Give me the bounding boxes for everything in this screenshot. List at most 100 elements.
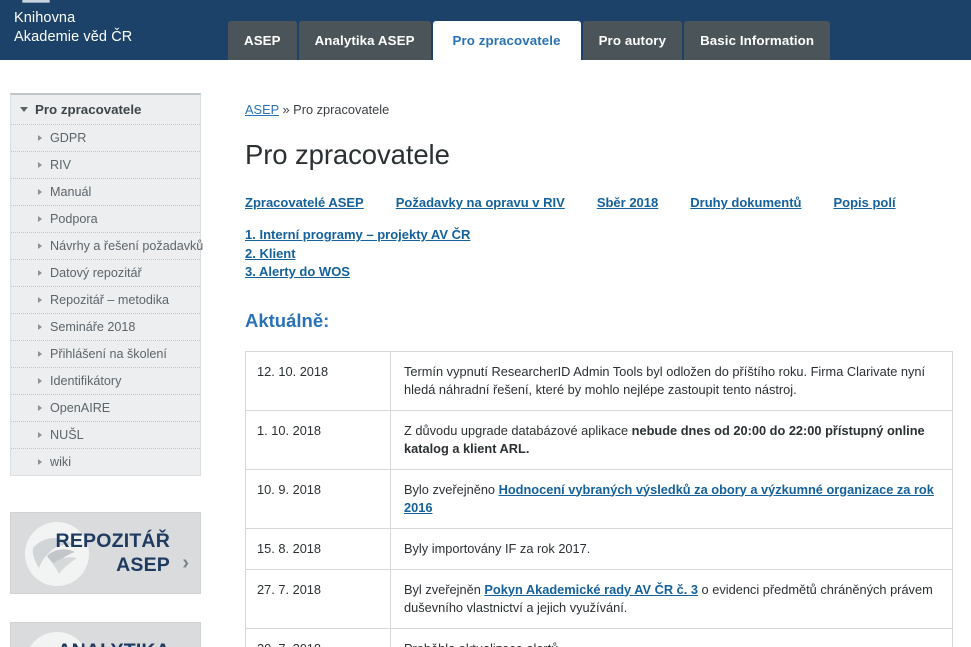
news-text: Z důvodu upgrade databázové aplikace (404, 422, 632, 438)
sidebar-item-label: Repozitář – metodika (50, 293, 170, 307)
news-date-cell: 12. 10. 2018 (245, 350, 391, 411)
sidebar-menu: Pro zpracovatele GDPR RIV Manuál Podpora Náv… (10, 93, 204, 476)
sidebar-item[interactable]: OpenAIRE (11, 394, 200, 421)
news-date-cell: 1. 10. 2018 (245, 409, 391, 470)
chevron-right-icon (38, 378, 42, 384)
sidebar-item[interactable]: Podpora (11, 205, 200, 232)
news-text: Byl zveřejněn (404, 581, 485, 597)
sidebar-item-label: Návrhy a řešení požadavků (50, 239, 204, 253)
main-navigation-tabs: ASEP Analytika ASEP Pro zpracovatele Pro au… (228, 21, 831, 60)
chevron-right-icon (38, 405, 42, 411)
chevron-right-icon (38, 162, 42, 168)
promo-banner-line-1: ANALYTIKA (57, 639, 170, 647)
sidebar-item-label: Manuál (50, 185, 92, 199)
sidebar-item[interactable]: NUŠL (11, 421, 200, 448)
quick-link[interactable]: Popis polí (833, 195, 895, 210)
promo-banner-text: REPOZITÁŘ ASEP (56, 529, 200, 577)
quick-link[interactable]: Sběr 2018 (597, 195, 658, 210)
numbered-links: 1. Interní programy – projekty AV ČR 2. K… (245, 226, 953, 282)
news-text-cell: Bylo zveřejněno Hodnocení vybraných výsl… (390, 468, 953, 529)
sidebar-item[interactable]: RIV (11, 151, 200, 178)
news-text-cell: Proběhla aktualizace alertů. (390, 627, 953, 647)
promo-banner-text: ANALYTIKAASEP (57, 639, 200, 647)
chevron-right-icon (38, 243, 42, 249)
sidebar-item[interactable]: Semináře 2018 (11, 313, 200, 340)
breadcrumb-separator: » (282, 102, 290, 117)
brand-line-2: Akademie věd ČR (14, 29, 133, 45)
news-text: Bylo zveřejněno (404, 481, 499, 497)
table-row: 12. 10. 2018 Termín vypnutí ResearcherID … (245, 350, 953, 411)
nav-tab[interactable]: Pro zpracovatele (432, 21, 581, 60)
chevron-right-icon (38, 270, 42, 276)
sidebar-item[interactable]: wiki (11, 448, 200, 475)
sidebar-item[interactable]: Datový repozitář (11, 259, 200, 286)
sidebar-item[interactable]: Identifikátory (11, 367, 200, 394)
sidebar-item-label: OpenAIRE (50, 401, 111, 415)
news-text: Byly importovány IF za rok 2017. (404, 540, 591, 556)
promo-banner[interactable]: REPOZITÁŘ ASEP › (10, 512, 201, 594)
sidebar-menu-header[interactable]: Pro zpracovatele (11, 95, 200, 124)
chevron-right-icon (38, 216, 42, 222)
sidebar-item-label: Semináře 2018 (50, 320, 136, 334)
sidebar-item[interactable]: Repozitář – metodika (11, 286, 200, 313)
sidebar-menu-title: Pro zpracovatele (35, 102, 142, 117)
page-layout: Pro zpracovatele GDPR RIV Manuál Podpora Náv… (0, 60, 971, 647)
numbered-link[interactable]: 3. Alerty do WOS (245, 263, 953, 282)
news-text-cell: Z důvodu upgrade databázové aplikace neb… (390, 409, 953, 470)
sidebar-item[interactable]: GDPR (11, 124, 200, 151)
table-row: 10. 9. 2018 Bylo zveřejněno Hodnocení vyb… (245, 468, 953, 529)
nav-tab[interactable]: Basic Information (684, 21, 831, 60)
chevron-down-icon (20, 107, 28, 112)
news-text-cell: Byl zveřejněn Pokyn Akademické rady AV Č… (390, 568, 953, 629)
sidebar-item-label: wiki (50, 455, 71, 469)
quick-link[interactable]: Druhy dokumentů (690, 195, 801, 210)
nav-tab[interactable]: Pro autory (582, 21, 683, 60)
news-text-cell: Byly importovány IF za rok 2017. (390, 527, 953, 570)
chevron-right-icon (38, 351, 42, 357)
chevron-right-icon: › (182, 552, 189, 574)
numbered-link[interactable]: 1. Interní programy – projekty AV ČR (245, 226, 953, 245)
breadcrumb-root-link[interactable]: ASEP (245, 102, 279, 117)
promo-banner-line-1: REPOZITÁŘ (55, 530, 170, 552)
brand-line-1: Knihovna (14, 10, 76, 26)
site-brand[interactable]: Knihovna Akademie věd ČR (14, 9, 132, 47)
news-table: 12. 10. 2018 Termín vypnutí ResearcherID … (245, 350, 953, 647)
sidebar-item-label: Identifikátory (50, 374, 122, 388)
table-row: 27. 7. 2018 Byl zveřejněn Pokyn Akademick… (245, 568, 953, 629)
chevron-right-icon (38, 432, 42, 438)
table-row: 1. 10. 2018 Z důvodu upgrade databázové a… (245, 409, 953, 470)
sidebar-item[interactable]: Přihlášení na školení (11, 340, 200, 367)
numbered-link[interactable]: 2. Klient (245, 245, 953, 264)
breadcrumb-current: Pro zpracovatele (293, 102, 390, 117)
quick-links-row: Zpracovatelé ASEP Požadavky na opravu v R… (245, 195, 953, 210)
news-link[interactable]: Pokyn Akademické rady AV ČR č. 3 (484, 582, 698, 597)
news-text-cell: Termín vypnutí ResearcherID Admin Tools … (390, 350, 953, 411)
promo-banner[interactable]: ANALYTIKAASEP› (10, 622, 201, 647)
news-text: Termín vypnutí ResearcherID Admin Tools … (404, 363, 926, 397)
page-title: Pro zpracovatele (245, 139, 450, 170)
news-date-cell: 27. 7. 2018 (245, 568, 391, 629)
main-content: ASEP » Pro zpracovatele Pro zpracovatele… (211, 60, 971, 647)
quick-link[interactable]: Zpracovatelé ASEP (245, 195, 364, 210)
nav-tab[interactable]: ASEP (228, 21, 297, 60)
sidebar-item-label: RIV (50, 158, 71, 172)
chevron-right-icon (38, 297, 42, 303)
sidebar-item-label: NUŠL (50, 428, 84, 442)
promo-banner-line-2: ASEP (116, 554, 170, 576)
quick-link[interactable]: Požadavky na opravu v RIV (396, 195, 565, 210)
chevron-right-icon (38, 135, 42, 141)
chevron-right-icon (38, 459, 42, 465)
news-section-heading: Aktuálně: (245, 309, 330, 331)
table-row: 15. 8. 2018 Byly importovány IF za rok 20… (245, 527, 953, 570)
nav-tab[interactable]: Analytika ASEP (298, 21, 431, 60)
sidebar-item[interactable]: Návrhy a řešení požadavků (11, 232, 204, 259)
sidebar-item-label: Podpora (50, 212, 98, 226)
chevron-right-icon (38, 189, 42, 195)
sidebar-item[interactable]: Manuál (11, 178, 200, 205)
news-text: Proběhla aktualizace alertů. (404, 641, 562, 647)
table-row: 20. 7. 2018 Proběhla aktualizace alertů. (245, 627, 953, 647)
sidebar-item-label: GDPR (50, 131, 87, 145)
sidebar-item-label: Přihlášení na školení (50, 347, 167, 361)
news-date-cell: 10. 9. 2018 (245, 468, 391, 529)
sidebar: Pro zpracovatele GDPR RIV Manuál Podpora Náv… (0, 60, 211, 647)
